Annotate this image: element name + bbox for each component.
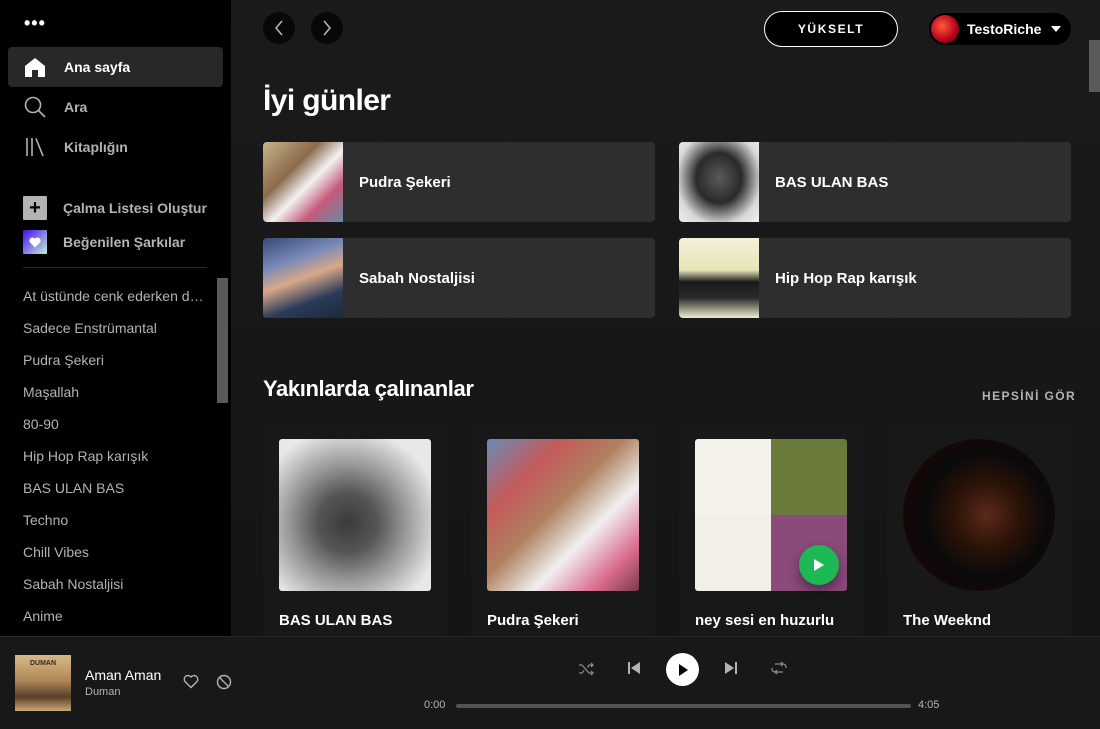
main-scrollbar[interactable] [1089, 40, 1100, 92]
playlist-item[interactable]: Chill Vibes [0, 536, 231, 568]
playlist-item[interactable]: Hip Hop Rap karışık [0, 440, 231, 472]
card-title: Pudra Şekeri [487, 612, 579, 629]
shortcut-card[interactable]: Sabah Nostaljisi [263, 238, 655, 318]
playlist-item[interactable]: BAS ULAN BAS [0, 472, 231, 504]
repeat-button[interactable] [771, 661, 787, 675]
see-all-link[interactable]: HEPSİNİ GÖR [982, 389, 1076, 403]
shortcut-label: BAS ULAN BAS [775, 173, 889, 191]
playlist-cover-image [263, 238, 343, 318]
play-button[interactable] [799, 545, 839, 585]
recent-card[interactable]: The Weeknd [887, 423, 1071, 636]
playlist-item[interactable]: Sabah Nostaljisi [0, 568, 231, 600]
shortcut-card[interactable]: Hip Hop Rap karışık [679, 238, 1071, 318]
progress-bar[interactable] [456, 704, 911, 708]
main-view: YÜKSELT TestoRiche İyi günler Pudra Şeke… [231, 0, 1100, 636]
plus-icon: + [23, 196, 47, 220]
chevron-right-icon [323, 20, 332, 36]
home-icon [24, 56, 46, 78]
caret-down-icon [1051, 26, 1062, 32]
play-icon [814, 559, 824, 571]
shortcut-label: Sabah Nostaljisi [359, 269, 475, 287]
forward-button[interactable] [311, 12, 343, 44]
nav-search-label: Ara [64, 99, 88, 115]
skip-forward-icon [725, 662, 737, 674]
recent-card[interactable]: ney sesi en huzurlu [679, 423, 863, 636]
next-button[interactable] [724, 661, 738, 675]
playlist-item[interactable]: Anime [0, 600, 231, 632]
sidebar-scrollbar[interactable] [217, 278, 228, 403]
playlist-item[interactable]: Maşallah [0, 376, 231, 408]
sidebar: ••• Ana sayfa Ara Kitaplığın + Çalma Lis… [0, 0, 231, 636]
playlist-cover-image [279, 439, 431, 591]
playlist-cover-image [487, 439, 639, 591]
nav-library[interactable]: Kitaplığın [8, 127, 223, 167]
user-name: TestoRiche [967, 21, 1042, 37]
playlist-item[interactable]: At üstünde cenk ederken düşt [0, 280, 231, 312]
playlist-item[interactable]: Pudra Şekeri [0, 344, 231, 376]
playlist-item[interactable]: Sadece Enstrümantal [0, 312, 231, 344]
avatar [931, 15, 959, 43]
shortcut-card[interactable]: Pudra Şekeri [263, 142, 655, 222]
create-playlist-label: Çalma Listesi Oluştur [63, 200, 207, 216]
player-bar: DUMAN Aman Aman Duman 0:00 4:05 [0, 636, 1100, 729]
recent-card[interactable]: BAS ULAN BAS [263, 423, 447, 636]
more-options-icon[interactable]: ••• [24, 14, 46, 32]
page-title: İyi günler [263, 84, 391, 117]
play-pause-button[interactable] [666, 653, 699, 686]
block-button[interactable] [216, 674, 232, 695]
liked-songs-button[interactable]: Beğenilen Şarkılar [23, 230, 185, 254]
search-icon [24, 96, 46, 118]
playlist-cover-image [679, 238, 759, 318]
recent-card[interactable]: Pudra Şekeri [471, 423, 655, 636]
playlist-list: At üstünde cenk ederken düşt Sadece Enst… [0, 280, 231, 636]
create-playlist-button[interactable]: + Çalma Listesi Oluştur [23, 196, 207, 220]
card-title: The Weeknd [903, 612, 992, 629]
shortcut-label: Hip Hop Rap karışık [775, 269, 917, 287]
chevron-left-icon [274, 20, 283, 36]
previous-button[interactable] [627, 661, 641, 675]
nav-library-label: Kitaplığın [64, 139, 128, 155]
section-title: Yakınlarda çalınanlar [263, 376, 474, 401]
playlist-item[interactable]: Techno [0, 504, 231, 536]
album-cover-text: DUMAN [29, 660, 57, 667]
nav-home-label: Ana sayfa [64, 59, 131, 75]
back-button[interactable] [263, 12, 295, 44]
shuffle-button[interactable] [578, 661, 594, 677]
artist-image [903, 439, 1055, 591]
track-artist[interactable]: Duman [85, 686, 120, 698]
like-button[interactable] [183, 674, 199, 694]
heart-icon [23, 230, 47, 254]
track-title[interactable]: Aman Aman [85, 667, 161, 683]
liked-songs-label: Beğenilen Şarkılar [63, 234, 186, 250]
playlist-cover-image [679, 142, 759, 222]
card-title: ney sesi en huzurlu [695, 612, 835, 629]
nav-home[interactable]: Ana sayfa [8, 47, 223, 87]
upgrade-button[interactable]: YÜKSELT [764, 11, 898, 47]
nav-search[interactable]: Ara [8, 87, 223, 127]
play-icon [678, 663, 688, 676]
shuffle-icon [579, 662, 594, 676]
skip-back-icon [628, 662, 640, 674]
user-menu-button[interactable]: TestoRiche [929, 13, 1071, 45]
time-elapsed: 0:00 [424, 699, 446, 711]
sidebar-divider [23, 267, 207, 268]
playlist-cover-image [263, 142, 343, 222]
album-cover-image: DUMAN [15, 655, 71, 711]
shortcut-card[interactable]: BAS ULAN BAS [679, 142, 1071, 222]
heart-outline-icon [183, 674, 199, 689]
block-icon [216, 674, 232, 690]
playlist-item[interactable]: 80-90 [0, 408, 231, 440]
repeat-icon [771, 661, 787, 675]
library-icon [24, 136, 46, 158]
shortcut-label: Pudra Şekeri [359, 173, 451, 191]
time-total: 4:05 [918, 699, 940, 711]
card-title: BAS ULAN BAS [279, 612, 393, 629]
